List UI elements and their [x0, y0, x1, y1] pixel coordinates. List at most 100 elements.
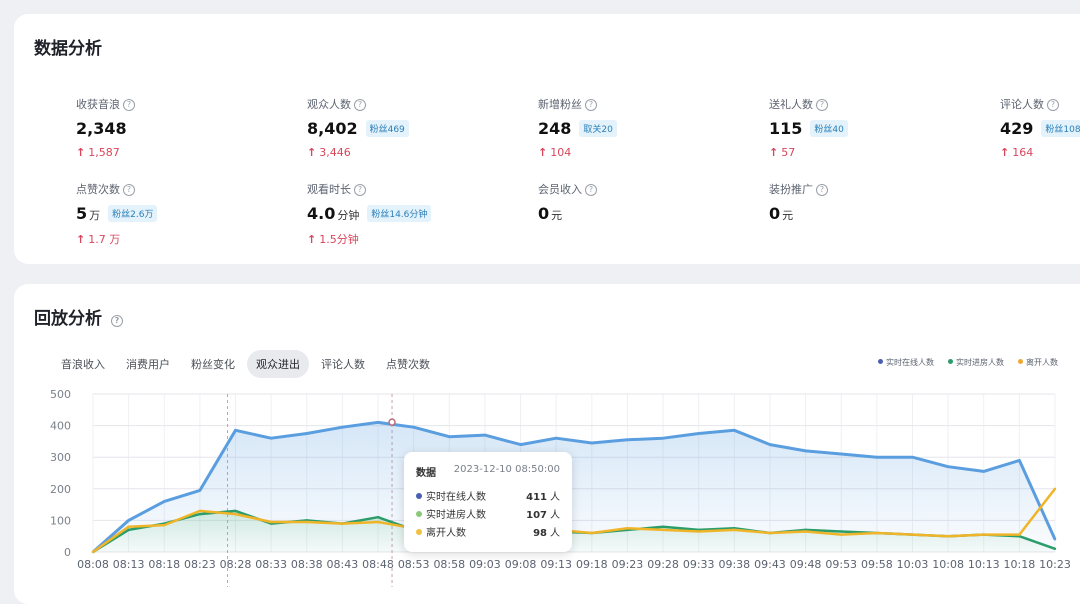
help-icon[interactable]: ? — [816, 184, 828, 196]
x-tick-label: 08:18 — [148, 558, 180, 571]
tab-3[interactable]: 观众进出 — [247, 350, 309, 378]
metric-label: 新增粉丝 — [538, 98, 582, 111]
metric-label: 观众人数 — [307, 98, 351, 111]
x-tick-label: 08:28 — [220, 558, 252, 571]
x-tick-label: 09:48 — [790, 558, 822, 571]
metric-delta: 1.7 万 — [88, 233, 121, 246]
series-point-0 — [234, 429, 237, 432]
x-tick-label: 08:33 — [255, 558, 287, 571]
help-icon[interactable]: ? — [354, 99, 366, 111]
chart-tooltip: 数据 2023-12-10 08:50:00 实时在线人数 411 人 实时进房人… — [404, 452, 572, 552]
help-icon[interactable]: ? — [585, 184, 597, 196]
x-tick-label: 08:13 — [113, 558, 145, 571]
help-icon[interactable]: ? — [1047, 99, 1059, 111]
metric-1: 观众人数? 8,402 粉丝469 ↑ 3,446 — [307, 96, 507, 159]
data-analysis-title: 数据分析 — [34, 39, 102, 59]
metric-value: 8,402 — [307, 119, 358, 138]
tab-4[interactable]: 评论人数 — [312, 350, 374, 378]
help-icon[interactable]: ? — [585, 99, 597, 111]
metric-badge: 粉丝40 — [810, 120, 848, 137]
metric-badge: 粉丝2.6万 — [108, 205, 158, 222]
series-point-0 — [269, 437, 273, 440]
legend-item-0[interactable]: 实时在线人数 — [878, 357, 934, 368]
series-point-2 — [1018, 533, 1021, 536]
arrow-up-icon: ↑ — [538, 146, 548, 159]
metric-unit: 元 — [551, 209, 563, 222]
series-dot-icon — [416, 529, 422, 535]
x-tick-label: 09:38 — [718, 558, 750, 571]
series-point-0 — [519, 443, 522, 446]
x-tick-label: 09:58 — [861, 558, 893, 571]
metric-6: 观看时长? 4.0 分钟 粉丝14.6分钟 ↑ 1.5分钟 — [307, 181, 507, 247]
arrow-up-icon: ↑ — [307, 233, 317, 246]
tooltip-row-online: 实时在线人数 411 人 — [416, 488, 560, 503]
x-tick-label: 09:08 — [505, 558, 537, 571]
series-point-2 — [804, 530, 807, 533]
chart-legend: 实时在线人数 实时进房人数 离开人数 — [878, 357, 1058, 368]
metric-value: 0 — [769, 204, 781, 223]
hover-point[interactable] — [388, 418, 396, 426]
series-point-0 — [982, 470, 985, 473]
metric-5: 点赞次数? 5 万粉丝2.6万 ↑ 1.7 万 — [76, 181, 276, 247]
x-tick-label: 09:28 — [647, 558, 679, 571]
help-icon[interactable]: ? — [816, 99, 828, 111]
legend-item-2[interactable]: 离开人数 — [1018, 357, 1058, 368]
legend-item-1[interactable]: 实时进房人数 — [948, 357, 1004, 368]
metric-8: 装扮推广? 0 元 — [769, 181, 969, 223]
series-point-2 — [946, 535, 950, 538]
replay-tabs: 音浪收入 消费用户 粉丝变化 观众进出 评论人数 点赞次数 — [52, 350, 442, 378]
x-tick-label: 10:13 — [968, 558, 1000, 571]
series-point-2 — [768, 531, 772, 535]
series-point-0 — [448, 435, 451, 438]
series-point-2 — [982, 533, 985, 536]
x-tick-label: 08:48 — [362, 558, 394, 571]
series-point-0 — [768, 443, 772, 446]
x-tick-label: 09:23 — [612, 558, 644, 571]
series-point-2 — [269, 520, 273, 524]
x-tick-label: 09:18 — [576, 558, 608, 571]
metric-4: 评论人数? 429 粉丝108 ↑ 164 — [1000, 96, 1080, 159]
help-icon[interactable]: ? — [110, 315, 123, 327]
metric-value: 429 — [1000, 119, 1034, 138]
x-tick-label: 10:23 — [1039, 558, 1071, 571]
series-point-0 — [590, 441, 594, 445]
legend-dot-icon — [1018, 359, 1023, 364]
series-point-2 — [198, 509, 202, 513]
series-point-0 — [875, 456, 879, 459]
x-tick-label: 10:08 — [932, 558, 964, 571]
series-point-1 — [840, 530, 843, 533]
metric-value: 4.0 — [307, 204, 336, 223]
series-point-0 — [127, 519, 130, 522]
tooltip-row-enter: 实时进房人数 107 人 — [416, 506, 560, 521]
tooltip-time: 2023-12-10 08:50:00 — [453, 464, 560, 475]
y-tick-label: 300 — [50, 451, 71, 464]
x-tick-label: 08:38 — [291, 558, 323, 571]
series-point-2 — [341, 522, 344, 525]
metric-label: 评论人数 — [1000, 98, 1044, 111]
x-tick-label: 08:43 — [327, 558, 359, 571]
x-tick-label: 09:33 — [683, 558, 715, 571]
metric-badge: 粉丝14.6分钟 — [367, 205, 432, 222]
tab-2[interactable]: 粉丝变化 — [182, 350, 244, 378]
help-icon[interactable]: ? — [123, 184, 135, 196]
help-icon[interactable]: ? — [123, 99, 135, 111]
x-tick-label: 09:13 — [540, 558, 572, 571]
metric-label: 观看时长 — [307, 183, 351, 196]
metric-label: 点赞次数 — [76, 183, 120, 196]
x-tick-label: 08:53 — [398, 558, 430, 571]
tab-0[interactable]: 音浪收入 — [52, 350, 114, 378]
metric-value: 115 — [769, 119, 803, 138]
help-icon[interactable]: ? — [354, 184, 366, 196]
metric-7: 会员收入? 0 元 — [538, 181, 738, 223]
metric-delta: 57 — [781, 146, 796, 159]
series-point-2 — [733, 528, 736, 532]
legend-dot-icon — [878, 359, 883, 364]
metric-value: 0 — [538, 204, 550, 223]
tooltip-row-leave: 离开人数 98 人 — [416, 524, 560, 539]
metric-2: 新增粉丝? 248 取关20 ↑ 104 — [538, 96, 738, 159]
arrow-up-icon: ↑ — [76, 233, 86, 246]
tab-5[interactable]: 点赞次数 — [377, 350, 439, 378]
metric-0: 收获音浪? 2,348 ↑ 1,587 — [76, 96, 276, 159]
tab-1[interactable]: 消费用户 — [117, 350, 179, 378]
series-point-1 — [198, 512, 202, 516]
